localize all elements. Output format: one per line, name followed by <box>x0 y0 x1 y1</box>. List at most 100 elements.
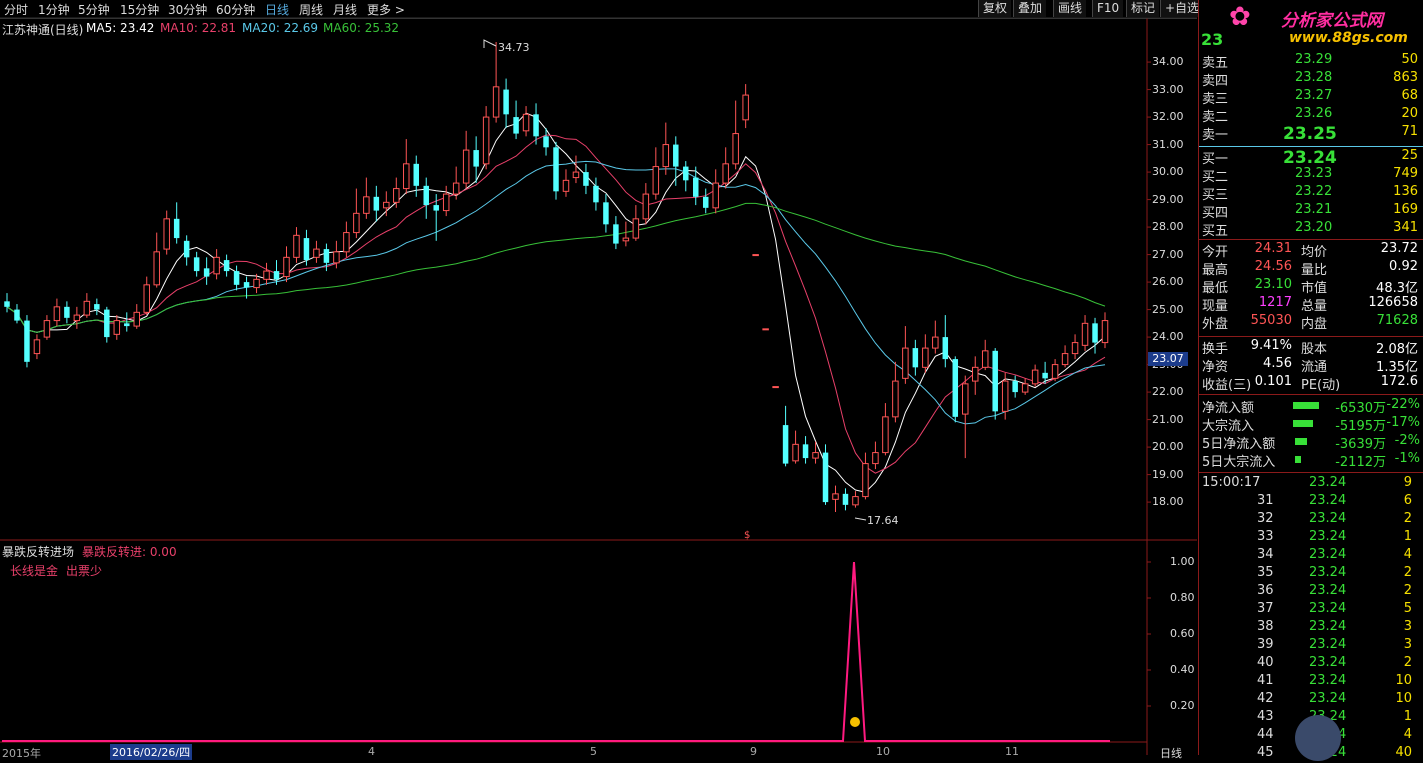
flow-amount: -3639万 <box>1335 437 1386 452</box>
tick-row: 35 23.24 2 <box>1199 565 1423 583</box>
candle-body <box>263 270 270 280</box>
tick-price: 23.24 <box>1309 475 1347 490</box>
bid-volume: 136 <box>1393 184 1418 199</box>
candle-body <box>722 163 729 184</box>
candle-body <box>693 177 699 197</box>
stat-value: 55030 <box>1250 313 1292 328</box>
stat-label: 今开 <box>1202 245 1229 260</box>
price-tick: 28.00 <box>1152 220 1184 234</box>
stat-label: 收益(三) <box>1202 378 1252 393</box>
candle-body <box>543 136 549 148</box>
candle-body <box>1051 364 1059 379</box>
candle <box>513 100 519 140</box>
flow-label: 大宗流入 <box>1202 419 1255 434</box>
candle <box>962 375 969 459</box>
price-tick: 27.00 <box>1152 247 1184 261</box>
bid-label: 买四 <box>1202 206 1229 221</box>
candle-body <box>742 94 749 121</box>
candle <box>64 301 70 324</box>
candle <box>433 194 439 241</box>
tick-row: 15:00:17 23.24 9 <box>1199 475 1423 493</box>
candle <box>373 185 380 222</box>
tick-time: 43 <box>1257 709 1274 724</box>
candle-body <box>553 147 559 192</box>
candle-body <box>323 249 330 263</box>
price-tick: 26.00 <box>1152 275 1184 289</box>
ask-price: 23.25 <box>1283 124 1337 144</box>
candle <box>263 262 270 285</box>
tick-price: 23.24 <box>1309 565 1347 580</box>
bid-volume: 169 <box>1393 202 1418 217</box>
candle <box>632 205 640 241</box>
bid-volume: 341 <box>1393 220 1418 235</box>
flow-bar <box>1295 438 1307 445</box>
candle <box>183 235 190 266</box>
candle <box>1061 345 1069 368</box>
candle <box>892 361 899 423</box>
stat-value: 4.56 <box>1263 356 1292 371</box>
ask-volume: 863 <box>1393 70 1418 85</box>
month-label: 4 <box>368 745 375 758</box>
candle <box>4 293 10 313</box>
price-tick: 22.00 <box>1152 385 1184 399</box>
candle-body <box>213 256 220 275</box>
candle <box>393 177 400 208</box>
candle <box>882 403 889 456</box>
price-tick: 34.00 <box>1152 55 1184 69</box>
candle <box>343 221 350 258</box>
tick-row: 36 23.24 2 <box>1199 583 1423 601</box>
stat-value: 0.92 <box>1389 259 1418 274</box>
candle-body <box>163 218 170 250</box>
candle <box>971 356 979 395</box>
ask-price: 23.29 <box>1295 52 1333 67</box>
tick-volume: 2 <box>1403 511 1412 526</box>
candle-body <box>473 150 479 167</box>
candle <box>143 276 150 316</box>
tick-price: 23.24 <box>1309 529 1347 544</box>
tick-time: 31 <box>1257 493 1274 508</box>
tick-time: 32 <box>1257 511 1274 526</box>
flow-row: 5日大宗流入 -2112万 -1% <box>1199 451 1423 470</box>
candle <box>442 185 450 217</box>
ask-row: 卖二 23.26 20 <box>1199 106 1423 125</box>
candle-body <box>482 116 490 165</box>
stat-label: PE(动) <box>1301 378 1341 393</box>
tick-volume: 3 <box>1403 637 1412 652</box>
ask-price: 23.27 <box>1295 88 1333 103</box>
stat-row: 净资 4.56 流通 1.35亿 <box>1199 356 1423 375</box>
stat-label: 内盘 <box>1301 317 1328 332</box>
indicator-tick: 0.80 <box>1170 591 1195 604</box>
tick-price: 23.24 <box>1309 511 1347 526</box>
candle-body <box>832 493 839 500</box>
ask-label: 卖二 <box>1202 110 1229 125</box>
indicator-tick: 0.60 <box>1170 627 1195 640</box>
tick-volume: 1 <box>1403 709 1412 724</box>
stat-value: 1.35亿 <box>1376 360 1418 375</box>
bid-price: 23.23 <box>1295 166 1333 181</box>
flow-percent: -17% <box>1386 415 1420 430</box>
candle-body <box>702 196 709 208</box>
candle-body <box>942 337 949 360</box>
candle <box>742 84 749 129</box>
signal-line <box>2 561 1110 742</box>
candle <box>293 227 300 263</box>
candle <box>912 339 919 376</box>
candle <box>752 254 759 257</box>
candle <box>992 348 998 420</box>
candle <box>842 488 849 511</box>
candle <box>792 430 799 464</box>
stat-label: 净资 <box>1202 360 1229 375</box>
bid-row: 买五 23.20 341 <box>1199 220 1423 239</box>
candle <box>683 161 689 192</box>
ask-label: 卖四 <box>1202 74 1229 89</box>
candle-body <box>642 193 650 220</box>
candle-body <box>1001 380 1009 412</box>
month-label: 10 <box>876 745 890 758</box>
price-tick: 33.00 <box>1152 82 1184 96</box>
candle-body <box>4 301 10 307</box>
candle <box>942 315 949 368</box>
month-label: 9 <box>750 745 757 758</box>
kline-chart[interactable]: $ <box>0 0 1197 755</box>
candle <box>981 339 989 371</box>
candle <box>313 240 320 263</box>
